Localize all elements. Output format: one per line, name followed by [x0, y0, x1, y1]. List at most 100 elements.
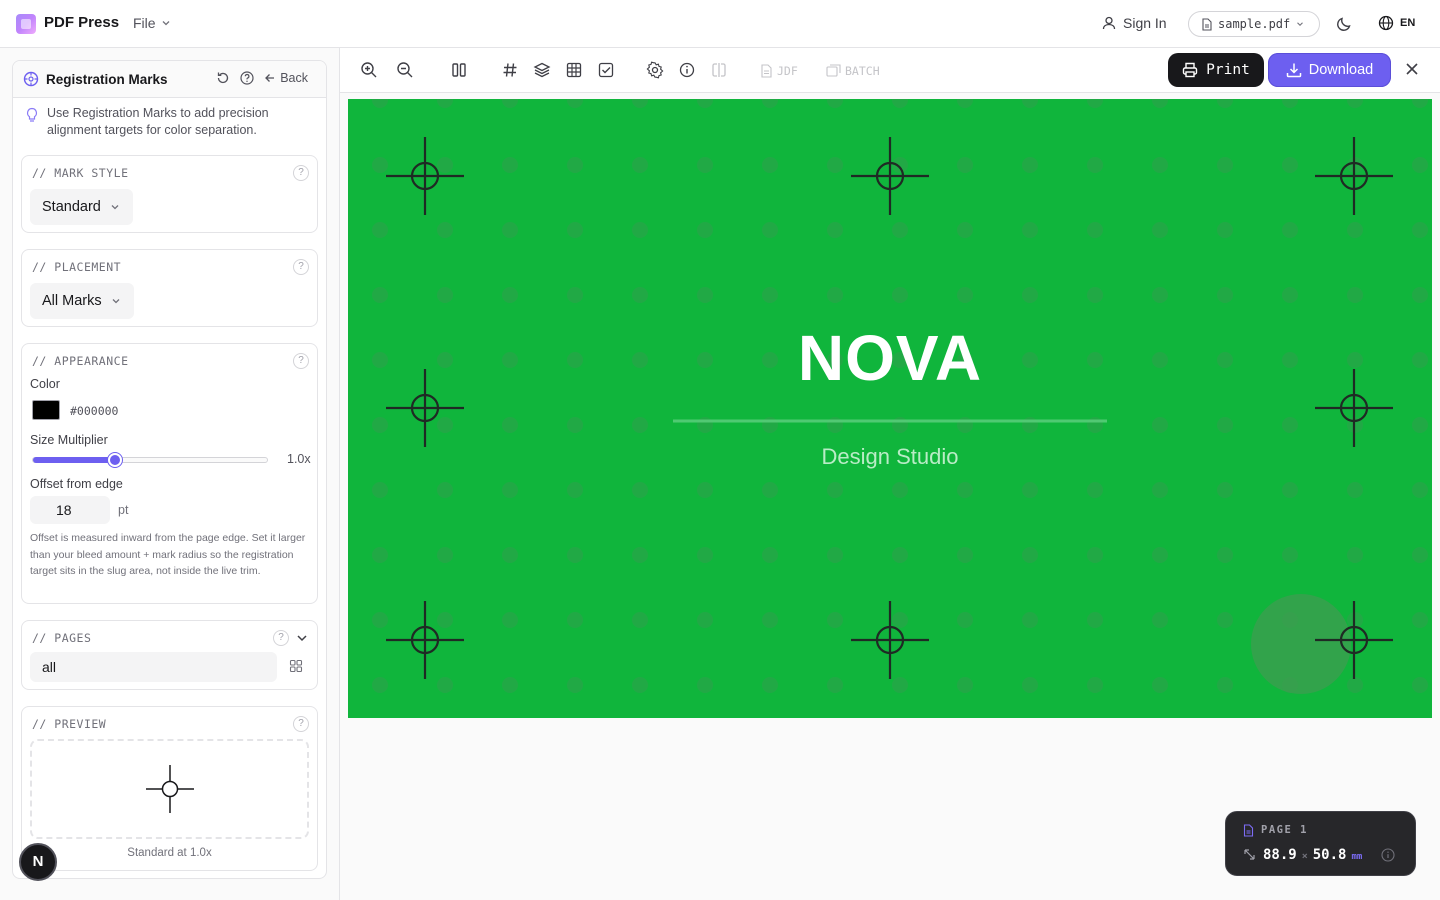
user-icon — [1102, 16, 1116, 30]
file-menu[interactable]: File — [133, 15, 172, 31]
batch-button[interactable]: BATCH — [826, 64, 880, 78]
page-artwork — [348, 99, 1432, 718]
language-selector[interactable]: EN — [1378, 15, 1415, 31]
help-icon[interactable] — [240, 71, 254, 85]
help-icon[interactable]: ? — [293, 165, 309, 181]
gear-icon[interactable] — [646, 61, 664, 79]
preview-label: // PREVIEW — [32, 717, 107, 731]
columns-icon[interactable] — [450, 61, 468, 79]
help-icon[interactable]: ? — [293, 353, 309, 369]
offset-unit: pt — [118, 503, 129, 517]
zoom-in-icon[interactable] — [360, 61, 378, 79]
lightbulb-icon — [26, 107, 38, 122]
resize-icon — [1244, 849, 1255, 860]
placement-dropdown[interactable]: All Marks — [30, 283, 134, 319]
panel-title: Registration Marks — [46, 72, 168, 87]
print-button[interactable]: Print — [1168, 53, 1264, 87]
times-sign: × — [1301, 851, 1308, 862]
pages-section: // PAGES ? all — [21, 620, 318, 690]
n-badge[interactable]: N — [19, 843, 57, 881]
color-label: Color — [30, 377, 60, 391]
placement-label: // PLACEMENT — [32, 260, 122, 274]
toolbar: JDF BATCH Print Download — [340, 48, 1440, 93]
download-button[interactable]: Download — [1268, 53, 1391, 87]
batch-label: BATCH — [845, 64, 880, 78]
globe-icon — [1378, 15, 1394, 31]
offset-input[interactable]: 18 — [30, 496, 110, 524]
help-icon[interactable]: ? — [293, 716, 309, 732]
info-icon[interactable] — [678, 61, 696, 79]
color-hex: #000000 — [70, 404, 119, 418]
download-label: Download — [1308, 62, 1374, 78]
arrow-left-icon — [265, 74, 275, 82]
preview-caption: Standard at 1.0x — [127, 847, 212, 859]
print-label: Print — [1206, 62, 1250, 78]
slider-thumb[interactable] — [107, 453, 122, 467]
page-number: PAGE 1 — [1261, 824, 1308, 836]
preview-section: // PREVIEW ? Standard at 1.0x — [21, 706, 318, 871]
size-multiplier-slider[interactable] — [32, 453, 268, 467]
registration-mark-preview-icon — [146, 765, 194, 813]
back-button[interactable]: Back — [264, 71, 308, 85]
download-icon — [1286, 63, 1301, 78]
crosshair-icon — [23, 71, 39, 87]
reset-icon[interactable] — [216, 71, 230, 85]
close-icon[interactable] — [1405, 62, 1419, 76]
moon-icon[interactable] — [1335, 15, 1353, 33]
chevron-down-icon — [111, 205, 119, 210]
checkbox-icon[interactable] — [597, 61, 615, 79]
decorative-circle — [1251, 594, 1351, 694]
mark-style-section: // MARK STYLE ? Standard — [21, 155, 318, 233]
panel-divider — [339, 48, 340, 900]
file-name: sample.pdf — [1218, 17, 1291, 31]
color-swatch[interactable] — [32, 400, 60, 420]
mark-style-value: Standard — [42, 199, 101, 215]
file-icon — [761, 64, 772, 78]
table-icon[interactable] — [565, 61, 583, 79]
page-unit: mm — [1351, 852, 1363, 862]
slider-fill — [33, 457, 115, 463]
jdf-label: JDF — [777, 64, 798, 78]
grid-icon[interactable] — [289, 659, 303, 673]
jdf-button[interactable]: JDF — [760, 64, 798, 78]
info-icon[interactable] — [1381, 848, 1395, 862]
document-title: NOVA — [797, 322, 983, 394]
size-multiplier-label: Size Multiplier — [30, 433, 108, 447]
back-label: Back — [280, 71, 308, 85]
chevron-down-icon — [112, 299, 120, 304]
file-menu-label: File — [133, 15, 156, 31]
panel-header: Registration Marks Back — [13, 61, 326, 98]
sign-in-button[interactable]: Sign In — [1101, 15, 1167, 31]
page-dimensions: 88.9 × 50.8 mm — [1263, 847, 1362, 863]
panel-tip: Use Registration Marks to add precision … — [25, 105, 315, 139]
file-selector[interactable]: sample.pdf — [1188, 11, 1320, 37]
sign-in-label: Sign In — [1123, 15, 1167, 31]
batch-icon — [826, 64, 841, 77]
compare-icon[interactable] — [710, 61, 728, 79]
placement-value: All Marks — [42, 293, 102, 309]
hash-icon[interactable] — [501, 61, 519, 79]
chevron-down-icon — [1297, 22, 1304, 27]
chevron-down-icon — [162, 21, 170, 26]
document-page[interactable]: NOVA Design Studio — [348, 99, 1432, 718]
mark-style-dropdown[interactable]: Standard — [30, 189, 133, 225]
document-subtitle: Design Studio — [821, 444, 959, 469]
chevron-down-icon[interactable] — [295, 631, 309, 645]
layers-icon[interactable] — [533, 61, 551, 79]
app-name: PDF Press — [44, 14, 120, 31]
pages-input[interactable]: all — [30, 652, 277, 682]
mark-style-label: // MARK STYLE — [32, 166, 129, 180]
offset-note: Offset is measured inward from the page … — [30, 532, 306, 577]
offset-label: Offset from edge — [30, 477, 123, 491]
page-height: 50.8 — [1312, 847, 1347, 863]
zoom-out-icon[interactable] — [396, 61, 414, 79]
page-info-panel: PAGE 1 88.9 × 50.8 mm — [1225, 811, 1416, 876]
app-logo — [16, 14, 36, 34]
help-icon[interactable]: ? — [293, 259, 309, 275]
top-bar: PDF Press File Sign In sample.pdf EN — [0, 0, 1440, 48]
page-width: 88.9 — [1263, 847, 1297, 863]
page-icon — [1243, 824, 1254, 837]
help-icon[interactable]: ? — [273, 630, 289, 646]
printer-icon — [1182, 62, 1198, 78]
preview-box — [30, 739, 309, 839]
